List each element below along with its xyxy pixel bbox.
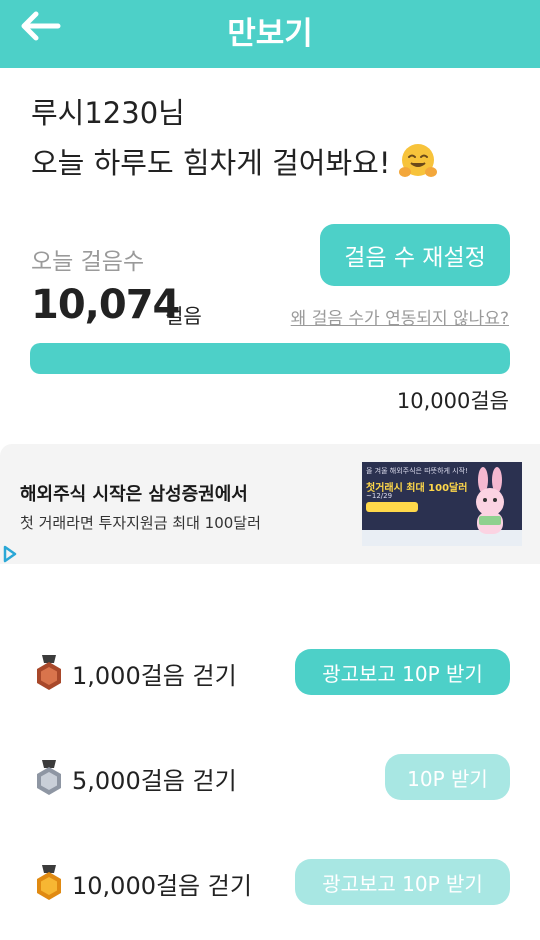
- step-unit: 걸음: [165, 304, 202, 328]
- mission-reward-button[interactable]: 광고보고 10P 받기: [295, 859, 510, 905]
- mission-row: 1,000걸음 걷기 광고보고 10P 받기: [0, 647, 540, 697]
- mission-row: 5,000걸음 걷기 10P 받기: [0, 752, 540, 802]
- bronze-medal-icon: [37, 655, 61, 690]
- mission-label: 1,000걸음 걷기: [72, 662, 237, 690]
- hugging-face-icon: [399, 144, 438, 177]
- sync-help-link[interactable]: 왜 걸음 수가 연동되지 않나요?: [291, 304, 509, 329]
- mission-label: 10,000걸음 걷기: [72, 872, 252, 900]
- ad-image-caption: 올 겨울 해외주식은 따뜻하게 시작!: [366, 467, 468, 475]
- user-name: 루시1230님: [31, 96, 185, 130]
- silver-medal-icon: [37, 760, 61, 795]
- page-title: 만보기: [227, 16, 313, 52]
- greeting-text: 오늘 하루도 힘차게 걸어봐요!: [31, 146, 391, 180]
- greeting-message: 오늘 하루도 힘차게 걸어봐요!: [31, 140, 438, 182]
- ad-title: 해외주식 시작은 삼성증권에서: [20, 484, 248, 505]
- mission-label: 5,000걸음 걷기: [72, 767, 237, 795]
- play-triangle-icon[interactable]: [2, 544, 18, 564]
- step-count: 10,074: [31, 282, 180, 328]
- ad-image-date: ~12/29: [366, 492, 393, 500]
- ad-banner[interactable]: 해외주식 시작은 삼성증권에서 첫 거래라면 투자지원금 최대 100달러 올 …: [0, 444, 540, 564]
- rabbit-mascot-icon: [476, 467, 504, 534]
- mission-reward-button[interactable]: 10P 받기: [385, 754, 510, 800]
- step-progress-bar: [30, 343, 510, 374]
- reset-steps-button[interactable]: 걸음 수 재설정: [320, 224, 510, 286]
- ad-description: 첫 거래라면 투자지원금 최대 100달러: [20, 514, 261, 532]
- mission-reward-button[interactable]: 광고보고 10P 받기: [295, 649, 510, 695]
- today-steps-label: 오늘 걸음수: [31, 249, 145, 275]
- mission-row: 10,000걸음 걷기 광고보고 10P 받기: [0, 857, 540, 907]
- ad-image: 올 겨울 해외주식은 따뜻하게 시작! 첫거래시 최대 100달러 ~12/29: [362, 462, 522, 546]
- gold-medal-icon: [37, 865, 61, 900]
- step-progress-fill: [30, 343, 510, 374]
- step-goal-label: 10,000걸음: [396, 389, 509, 413]
- ad-image-button: [366, 502, 418, 512]
- app-header: 만보기: [0, 0, 540, 68]
